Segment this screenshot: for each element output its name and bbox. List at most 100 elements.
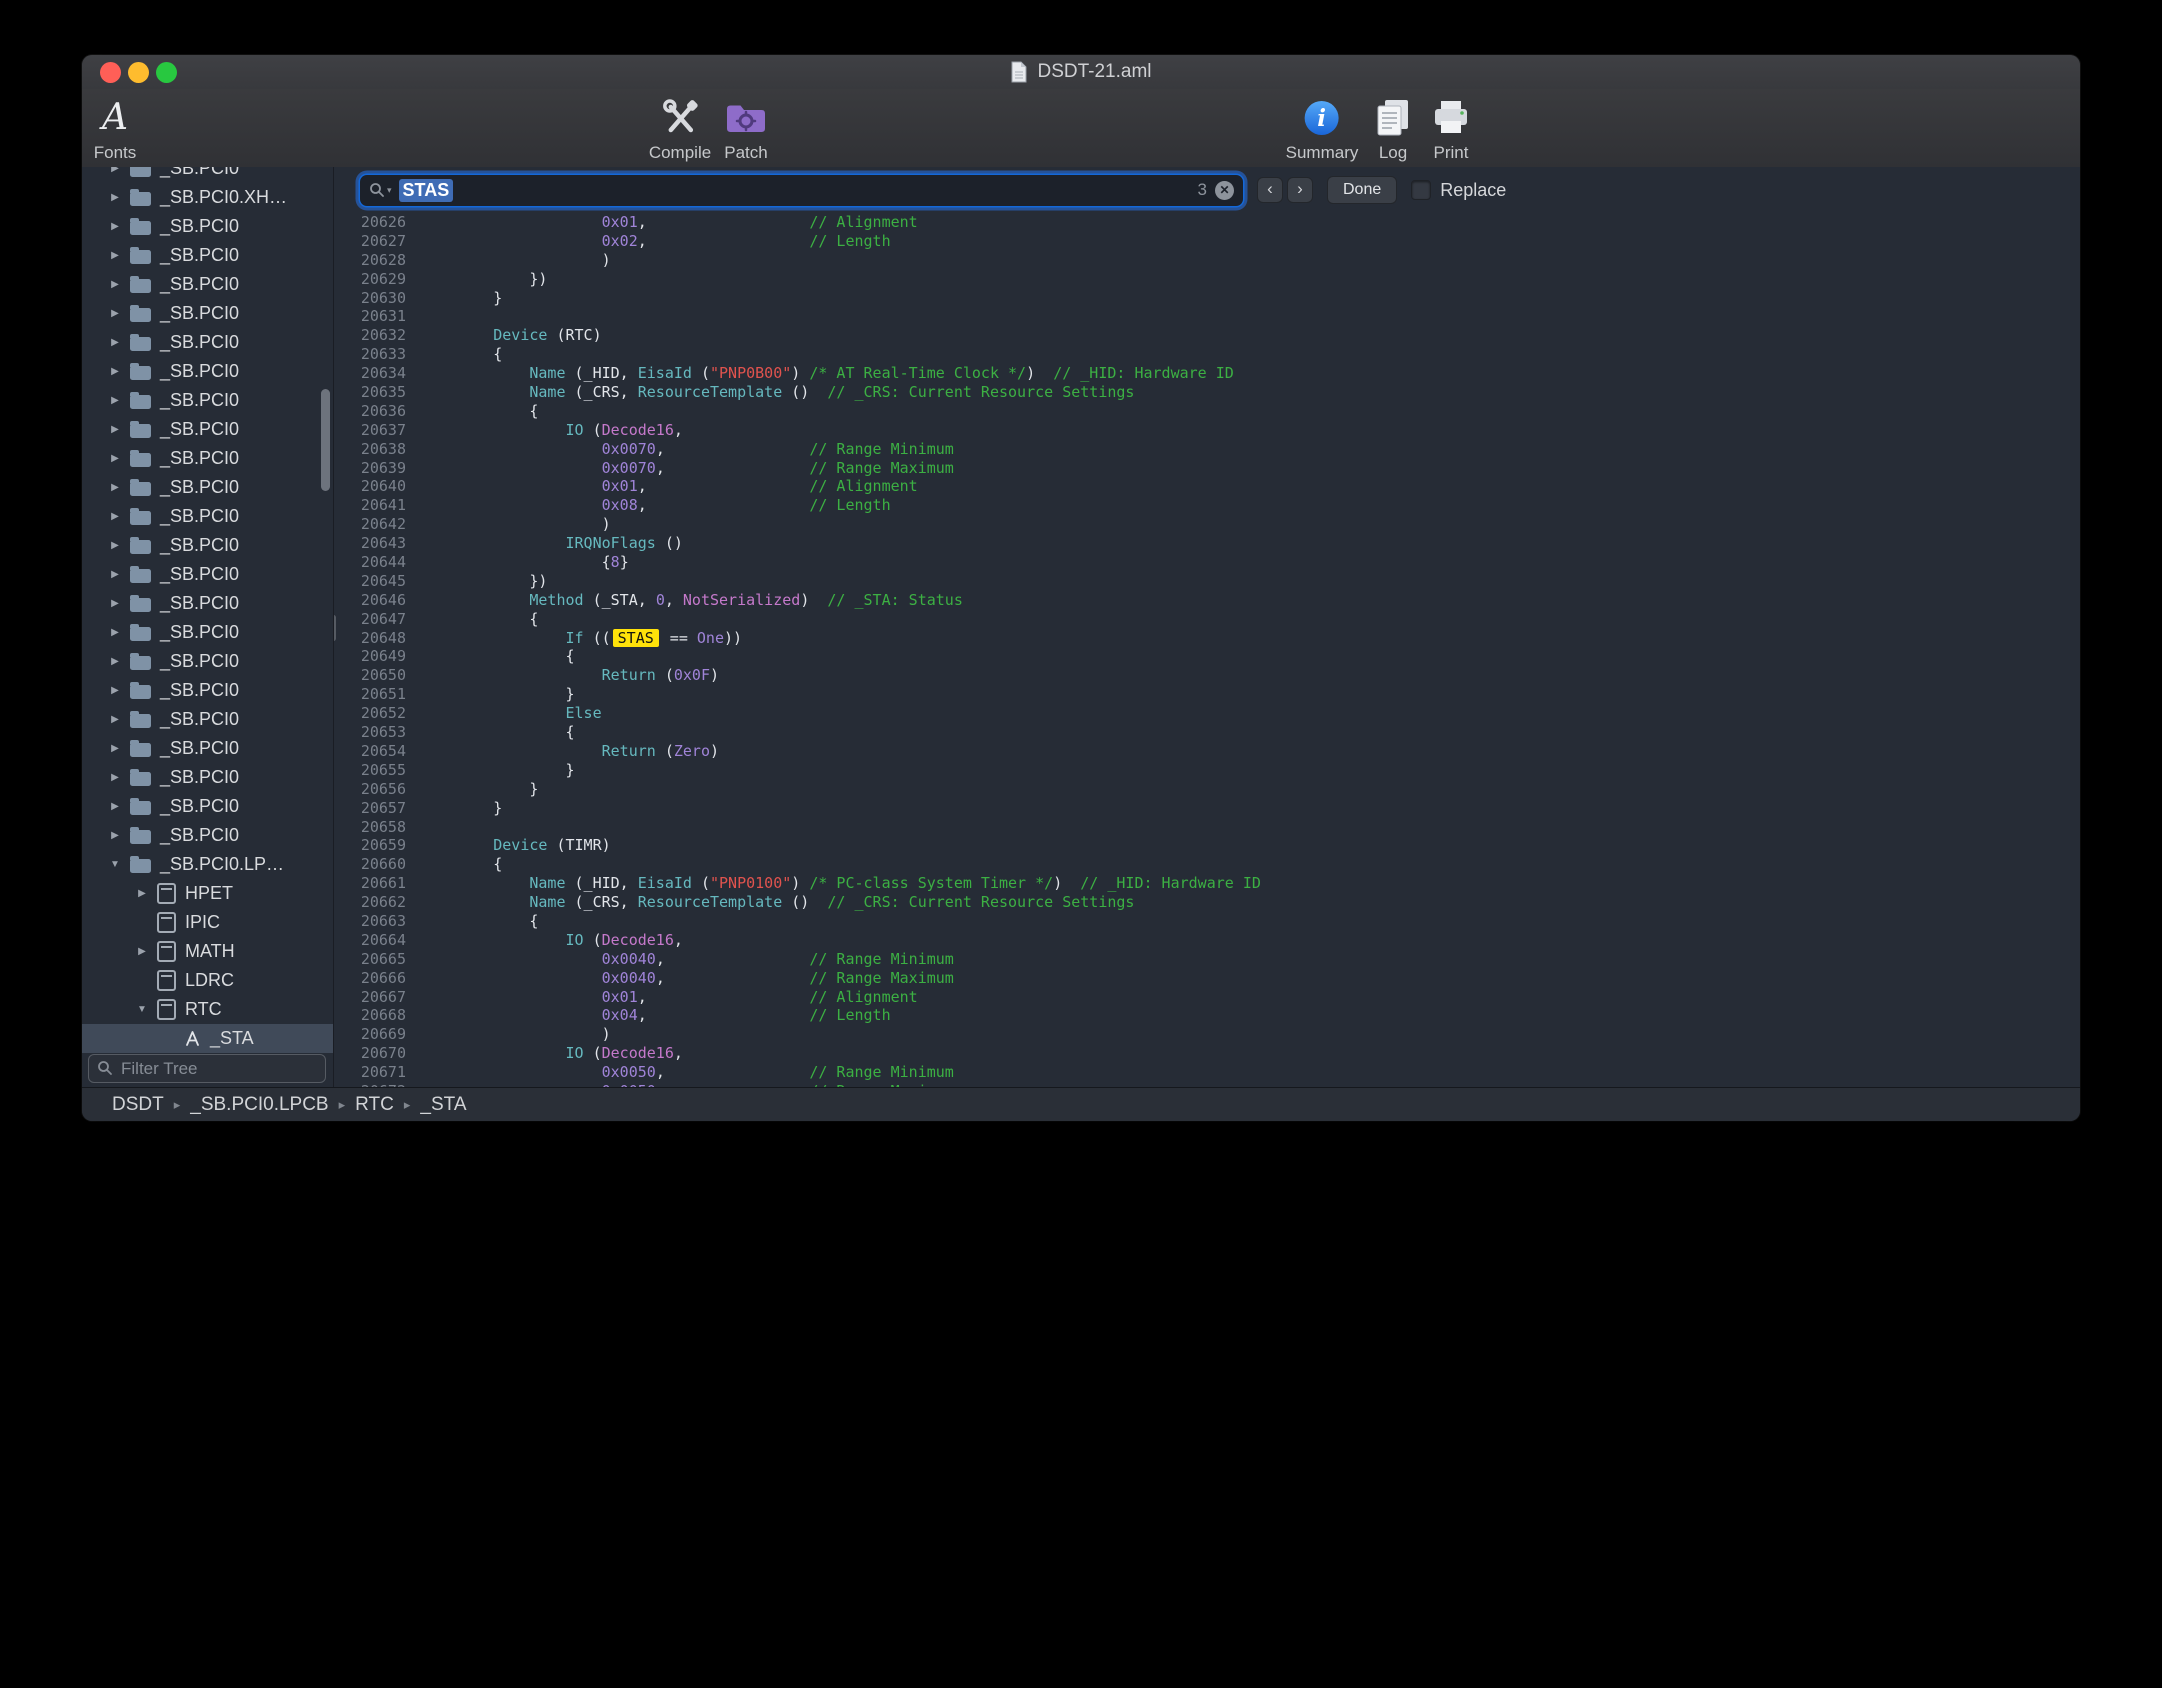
toolbar-item-fonts[interactable]: A Fonts: [94, 95, 137, 163]
disclosure-right-icon[interactable]: ▶: [104, 743, 126, 754]
disclosure-right-icon[interactable]: ▶: [104, 714, 126, 725]
tree-item-ldrc[interactable]: LDRC: [82, 966, 333, 995]
tree-item-sb-pci0[interactable]: ▶_SB.PCI0: [82, 386, 333, 415]
method-icon: [184, 1030, 201, 1047]
disclosure-right-icon[interactable]: ▶: [104, 830, 126, 841]
tree-item-sb-pci0[interactable]: ▶_SB.PCI0: [82, 647, 333, 676]
replace-checkbox[interactable]: [1411, 180, 1431, 200]
breadcrumb-item[interactable]: DSDT: [112, 1094, 164, 1116]
line-number: 20640: [334, 477, 416, 496]
title-bar[interactable]: DSDT-21.aml: [82, 55, 2080, 89]
line-number: 20626: [334, 213, 416, 232]
disclosure-down-icon[interactable]: ▼: [104, 859, 126, 870]
tree-item-math[interactable]: ▶MATH: [82, 937, 333, 966]
compile-tools-icon: [658, 97, 702, 139]
breadcrumb-item[interactable]: _SB.PCI0.LPCB: [190, 1094, 328, 1116]
disclosure-right-icon[interactable]: ▶: [104, 482, 126, 493]
search-input[interactable]: ▾ STAS 3 ✕: [360, 175, 1243, 206]
code-line: 20654 Return (Zero): [334, 742, 2080, 761]
chevron-down-icon[interactable]: ▾: [387, 185, 392, 196]
toolbar-item-summary[interactable]: i Summary: [1286, 95, 1359, 163]
disclosure-right-icon[interactable]: ▶: [131, 888, 153, 899]
disclosure-right-icon[interactable]: ▶: [104, 167, 126, 174]
tree-item-sb-pci0[interactable]: ▶_SB.PCI0: [82, 734, 333, 763]
tree-item-sb-pci0[interactable]: ▶_SB.PCI0: [82, 560, 333, 589]
minimize-button[interactable]: [128, 62, 149, 83]
disclosure-right-icon[interactable]: ▶: [104, 308, 126, 319]
tree-item-rtc[interactable]: ▼RTC: [82, 995, 333, 1024]
close-button[interactable]: [100, 62, 121, 83]
find-previous-button[interactable]: ‹: [1257, 177, 1283, 203]
tree-item-sb-pci0[interactable]: ▶_SB.PCI0: [82, 589, 333, 618]
zoom-button[interactable]: [156, 62, 177, 83]
code-editor[interactable]: 20626 0x01, // Alignment20627 0x02, // L…: [334, 213, 2080, 1088]
disclosure-right-icon[interactable]: ▶: [104, 366, 126, 377]
tree-item-sb-pci0-lp[interactable]: ▼_SB.PCI0.LP…: [82, 850, 333, 879]
folder-icon: [130, 627, 151, 641]
toolbar-item-log[interactable]: Log: [1372, 95, 1414, 163]
disclosure-right-icon[interactable]: ▶: [104, 801, 126, 812]
splitter-handle[interactable]: [334, 615, 336, 641]
disclosure-right-icon[interactable]: ▶: [104, 279, 126, 290]
tree-item-sb-pci0[interactable]: ▶_SB.PCI0: [82, 241, 333, 270]
code-line: 20636 {: [334, 402, 2080, 421]
folder-icon: [130, 772, 151, 786]
clear-search-icon[interactable]: ✕: [1215, 181, 1234, 200]
tree-item-sb-pci0[interactable]: ▶_SB.PCI0: [82, 763, 333, 792]
tree-item-sb-pci0[interactable]: ▶_SB.PCI0: [82, 502, 333, 531]
sidebar-scrollbar[interactable]: [321, 389, 330, 491]
tree-item-sb-pci0[interactable]: ▶_SB.PCI0: [82, 821, 333, 850]
tree-item-sb-pci0[interactable]: ▶_SB.PCI0: [82, 415, 333, 444]
disclosure-right-icon[interactable]: ▶: [131, 946, 153, 957]
disclosure-right-icon[interactable]: ▶: [104, 511, 126, 522]
tree-item-sb-pci0[interactable]: ▶_SB.PCI0: [82, 792, 333, 821]
tree-item-sb-pci0[interactable]: ▶_SB.PCI0: [82, 531, 333, 560]
toolbar-item-print[interactable]: Print: [1430, 95, 1472, 163]
line-number: 20653: [334, 723, 416, 742]
disclosure-right-icon[interactable]: ▶: [104, 395, 126, 406]
sidebar-tree[interactable]: ▶_SB.PCI0▶_SB.PCI0.XH…▶_SB.PCI0▶_SB.PCI0…: [82, 167, 333, 1053]
tree-item-ipic[interactable]: IPIC: [82, 908, 333, 937]
breadcrumb: DSDT▸_SB.PCI0.LPCB▸RTC▸_STA: [112, 1094, 467, 1116]
tree-item-sb-pci0[interactable]: ▶_SB.PCI0: [82, 444, 333, 473]
toolbar-item-compile[interactable]: Compile: [649, 95, 711, 163]
tree-item-sb-pci0[interactable]: ▶_SB.PCI0: [82, 299, 333, 328]
tree-item-sb-pci0[interactable]: ▶_SB.PCI0: [82, 705, 333, 734]
line-number: 20637: [334, 421, 416, 440]
toolbar-item-patch[interactable]: Patch: [724, 95, 768, 163]
disclosure-right-icon[interactable]: ▶: [104, 453, 126, 464]
tree-item-sb-pci0[interactable]: ▶_SB.PCI0: [82, 270, 333, 299]
disclosure-right-icon[interactable]: ▶: [104, 540, 126, 551]
disclosure-right-icon[interactable]: ▶: [104, 627, 126, 638]
tree-item-sb-pci0[interactable]: ▶_SB.PCI0: [82, 328, 333, 357]
disclosure-down-icon[interactable]: ▼: [131, 1004, 153, 1015]
disclosure-right-icon[interactable]: ▶: [104, 337, 126, 348]
disclosure-right-icon[interactable]: ▶: [104, 656, 126, 667]
line-number: 20638: [334, 440, 416, 459]
find-next-button[interactable]: ›: [1287, 177, 1313, 203]
disclosure-right-icon[interactable]: ▶: [104, 685, 126, 696]
tree-item-sb-pci0-xh[interactable]: ▶_SB.PCI0.XH…: [82, 183, 333, 212]
tree-item-sta[interactable]: _STA: [82, 1024, 333, 1053]
tree-item-sb-pci0[interactable]: ▶_SB.PCI0: [82, 212, 333, 241]
disclosure-right-icon[interactable]: ▶: [104, 221, 126, 232]
sidebar: ▶_SB.PCI0▶_SB.PCI0.XH…▶_SB.PCI0▶_SB.PCI0…: [82, 167, 334, 1088]
disclosure-right-icon[interactable]: ▶: [104, 598, 126, 609]
tree-item-hpet[interactable]: ▶HPET: [82, 879, 333, 908]
tree-item-sb-pci0[interactable]: ▶_SB.PCI0: [82, 473, 333, 502]
filter-tree-input[interactable]: [88, 1054, 326, 1083]
breadcrumb-item[interactable]: _STA: [420, 1094, 466, 1116]
disclosure-right-icon[interactable]: ▶: [104, 772, 126, 783]
disclosure-right-icon[interactable]: ▶: [104, 424, 126, 435]
tree-item-sb-pci0[interactable]: ▶_SB.PCI0: [82, 357, 333, 386]
disclosure-right-icon[interactable]: ▶: [104, 569, 126, 580]
tree-item-sb-pci0[interactable]: ▶_SB.PCI0: [82, 618, 333, 647]
disclosure-right-icon[interactable]: ▶: [104, 192, 126, 203]
breadcrumb-item[interactable]: RTC: [355, 1094, 394, 1116]
disclosure-right-icon[interactable]: ▶: [104, 250, 126, 261]
editor-pane: ▾ STAS 3 ✕ ‹ › Done Replace 20626: [334, 167, 2080, 1088]
filter-tree-field: [88, 1054, 326, 1083]
tree-item-sb-pci0[interactable]: ▶_SB.PCI0: [82, 167, 333, 183]
done-button[interactable]: Done: [1327, 176, 1397, 204]
tree-item-sb-pci0[interactable]: ▶_SB.PCI0: [82, 676, 333, 705]
